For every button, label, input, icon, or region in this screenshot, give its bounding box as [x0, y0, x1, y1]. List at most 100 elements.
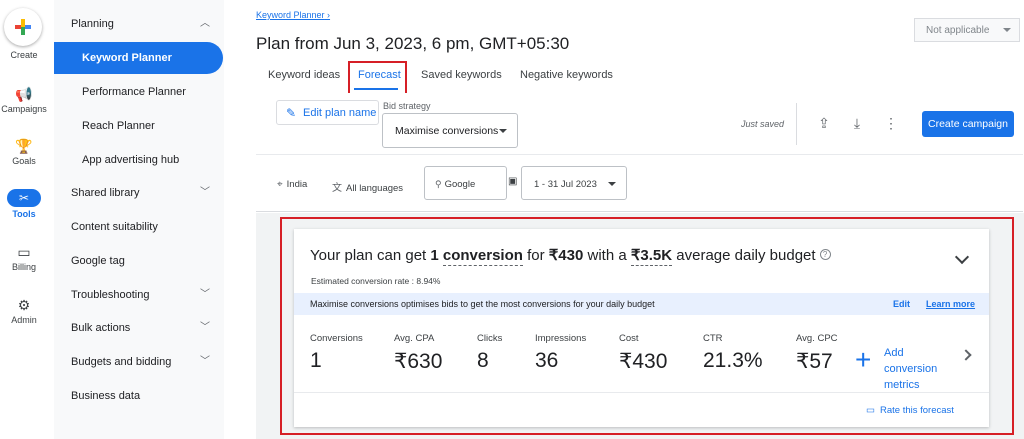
bid-strategy-info-bar: Maximise conversions optimises bids to g…	[294, 293, 989, 315]
filter-value: India	[286, 179, 308, 190]
feedback-icon: ▭	[866, 405, 875, 416]
select-value: Maximise conversions	[395, 125, 499, 137]
metric-value: ₹57	[796, 350, 833, 373]
bid-strategy-select[interactable]: Maximise conversions	[382, 113, 518, 148]
caret-down-icon	[499, 129, 507, 133]
select-value: Not applicable	[926, 25, 990, 36]
metric-value: 21.3%	[703, 349, 763, 372]
pencil-icon: ✎	[286, 106, 297, 120]
share-icon[interactable]: ⇪	[815, 114, 833, 132]
nav-item-troubleshooting[interactable]: Troubleshooting ﹀	[54, 279, 224, 311]
save-status: Just saved	[741, 119, 785, 129]
budget-value[interactable]: ₹3.5K	[630, 247, 673, 266]
nav-item-budgets-and-bidding[interactable]: Budgets and bidding ﹀	[54, 346, 224, 378]
nav-label: Performance Planner	[82, 86, 186, 98]
nav-item-app-advertising-hub[interactable]: App advertising hub	[54, 144, 224, 176]
caret-down-icon	[1003, 28, 1011, 32]
conversions-count: 1	[430, 247, 439, 264]
forecast-headline: Your plan can get 1 conversion for ₹430 …	[310, 246, 831, 266]
date-range-select[interactable]: 1 - 31 Jul 2023	[521, 166, 627, 200]
rate-forecast-button[interactable]: ▭ Rate this forecast	[866, 405, 954, 416]
metric-label: Avg. CPC	[796, 333, 838, 344]
rail-label: Tools	[12, 209, 36, 219]
metric-value: 8	[477, 349, 489, 372]
metric-value: ₹430	[619, 350, 668, 373]
tools-icon: ✂	[7, 189, 41, 207]
forecast-tab-highlight	[348, 61, 407, 95]
filter-value: All languages	[346, 183, 404, 194]
page-title: Plan from Jun 3, 2023, 6 pm, GMT+05:30	[256, 34, 570, 53]
breadcrumb-link[interactable]: Keyword Planner	[256, 10, 325, 20]
help-icon[interactable]: ?	[819, 249, 831, 260]
not-applicable-select[interactable]: Not applicable	[914, 18, 1020, 42]
rail-item-admin[interactable]: ⚙ Admin	[0, 297, 48, 325]
nav-item-performance-planner[interactable]: Performance Planner	[54, 76, 224, 108]
nav-label: Content suitability	[71, 221, 158, 233]
add-icon[interactable]: +	[855, 346, 871, 374]
nav-label: Keyword Planner	[82, 52, 172, 64]
headline-text: with a	[583, 247, 631, 264]
fade-overlay	[938, 340, 960, 380]
nav-label: Planning	[71, 18, 114, 30]
headline-text: for	[522, 247, 549, 264]
metric-label: CTR	[703, 333, 723, 344]
nav-label: Budgets and bidding	[71, 356, 172, 368]
nav-item-shared-library[interactable]: Shared library ﹀	[54, 177, 224, 209]
download-icon[interactable]: ⤓	[848, 114, 866, 132]
nav-item-reach-planner[interactable]: Reach Planner	[54, 110, 224, 142]
translate-icon: 文	[332, 183, 342, 194]
metric-label: Avg. CPA	[394, 333, 435, 344]
nav-item-planning[interactable]: Planning ︿	[54, 8, 224, 40]
divider	[294, 392, 989, 393]
nav-item-business-data[interactable]: Business data	[54, 380, 224, 412]
calendar-icon: ▣	[508, 176, 518, 187]
rail-create-label: Create	[10, 50, 38, 60]
metric-value: 1	[310, 349, 322, 372]
caret-down-icon	[608, 182, 616, 186]
metric-value: 36	[535, 349, 559, 372]
metric-label: Cost	[619, 333, 639, 344]
rail-item-campaigns[interactable]: 📢 Campaigns	[0, 86, 48, 114]
rail-label: Admin	[11, 315, 37, 325]
tab-saved-keywords[interactable]: Saved keywords	[421, 69, 502, 81]
nav-item-content-suitability[interactable]: Content suitability	[54, 211, 224, 243]
plus-icon	[15, 19, 31, 35]
tab-negative-keywords[interactable]: Negative keywords	[520, 69, 613, 81]
conversion-rate: Estimated conversion rate : 8.94%	[311, 276, 441, 286]
nav-label: App advertising hub	[82, 154, 180, 166]
learn-more-link[interactable]: Learn more	[926, 299, 975, 309]
tab-keyword-ideas[interactable]: Keyword ideas	[268, 69, 340, 81]
network-filter[interactable]: ⚲ Google	[424, 166, 507, 200]
trophy-icon: 🏆	[15, 138, 33, 154]
create-button[interactable]	[4, 8, 42, 46]
headline-text: Your plan can get	[310, 247, 431, 264]
info-edit-link[interactable]: Edit	[893, 299, 910, 309]
chevron-down-icon: ﹀	[200, 322, 210, 333]
breadcrumb[interactable]: Keyword Planner ›	[256, 10, 330, 20]
edit-plan-name-button[interactable]: ✎ Edit plan name	[276, 100, 379, 125]
rail-item-tools[interactable]: ✂ Tools	[0, 189, 48, 219]
network-icon: ⚲	[435, 179, 442, 189]
rail-item-billing[interactable]: ▭ Billing	[0, 244, 48, 272]
button-label: Edit plan name	[303, 107, 377, 119]
create-campaign-button[interactable]: Create campaign	[922, 111, 1014, 137]
nav-label: Troubleshooting	[71, 289, 150, 301]
nav-item-bulk-actions[interactable]: Bulk actions ﹀	[54, 312, 224, 344]
select-value: 1 - 31 Jul 2023	[534, 179, 597, 190]
filter-value: Google	[444, 179, 476, 190]
more-vert-icon[interactable]: ⋮	[882, 114, 900, 132]
chevron-down-icon: ﹀	[200, 187, 210, 198]
nav-item-google-tag[interactable]: Google tag	[54, 245, 224, 277]
nav-item-keyword-planner[interactable]: Keyword Planner	[54, 42, 223, 74]
conversions-metric-select[interactable]: conversion	[442, 247, 523, 266]
chevron-down-icon: ﹀	[200, 356, 210, 367]
metric-label: Clicks	[477, 333, 503, 344]
metric-label: Conversions	[310, 333, 363, 344]
language-filter[interactable]: 文 All languages	[332, 179, 403, 194]
rail-label: Billing	[11, 262, 36, 272]
button-label: Rate this forecast	[879, 405, 954, 416]
location-filter[interactable]: ⌖ India	[277, 179, 307, 190]
rail-item-goals[interactable]: 🏆 Goals	[0, 138, 48, 166]
nav-label: Shared library	[71, 187, 140, 199]
nav-label: Google tag	[71, 255, 125, 267]
